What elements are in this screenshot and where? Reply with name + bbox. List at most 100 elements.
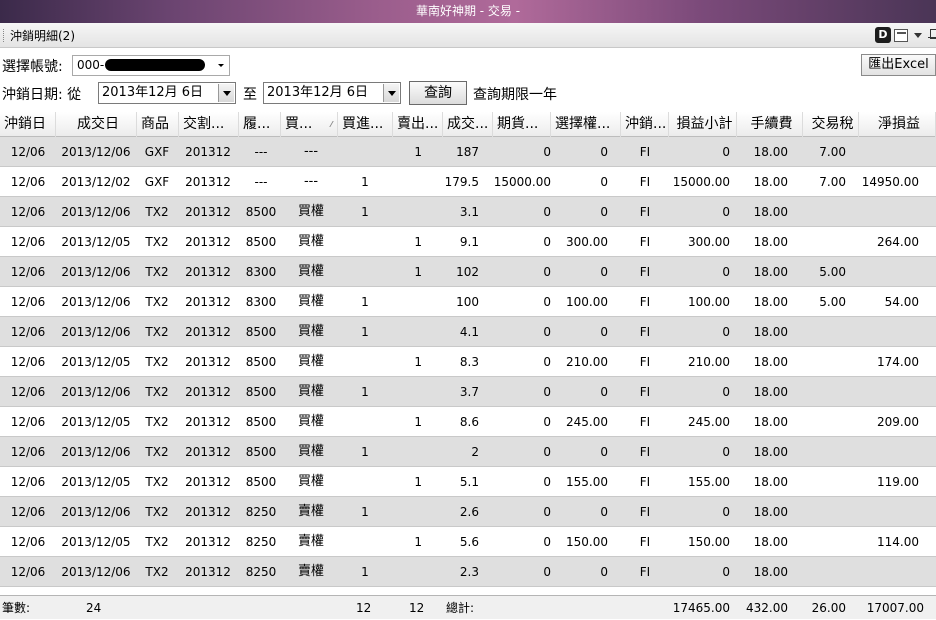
column-header-pnl-subtotal[interactable]: 損益小計: [669, 112, 737, 137]
column-header-trade-price[interactable]: 成交...: [443, 112, 493, 137]
column-header-buy-qty[interactable]: 買進...: [338, 112, 393, 137]
cell-sell-qty: 1: [414, 145, 422, 159]
cell-sell-qty: 1: [414, 235, 422, 249]
table-row[interactable]: 12/06 2013/12/06 TX2 201312 8500 買權 1 3.1 0 0 FI 0 1…: [0, 197, 936, 227]
cell-product: GXF: [144, 145, 170, 159]
column-header-offset-type[interactable]: 沖銷...: [621, 112, 669, 137]
table-row[interactable]: 12/06 2013/12/05 TX2 201312 8250 賣權 1 5.6 0 150.0…: [0, 527, 936, 557]
cell-offset-date: 12/06: [10, 265, 46, 279]
cell-delivery-month: 201312: [185, 175, 231, 189]
calendar-dropdown-icon[interactable]: [218, 84, 234, 102]
tab-offset-details[interactable]: 沖銷明細(2): [10, 27, 75, 44]
window-list-icon[interactable]: [894, 28, 908, 42]
cell-offset-type: FI: [639, 145, 651, 159]
table-row[interactable]: 12/06 2013/12/06 TX2 201312 8500 買權 1 4.1 0 0 FI 0 1…: [0, 317, 936, 347]
cell-call-put: 買權: [297, 384, 324, 399]
export-excel-button[interactable]: 匯出Excel: [861, 54, 936, 76]
table-row[interactable]: 12/06 2013/12/06 GXF 201312 --- --- 1 187 0 0 FI 0 1…: [0, 137, 936, 167]
query-button[interactable]: 查詢: [409, 81, 467, 105]
calendar-dropdown-icon[interactable]: [383, 84, 399, 102]
cell-fee: 18.00: [753, 475, 788, 489]
cell-option-pnl: 0: [600, 205, 608, 219]
cell-call-put: 賣權: [297, 564, 324, 579]
cell-fee: 18.00: [753, 265, 788, 279]
date-from-picker[interactable]: 2013年12月 6日: [98, 82, 236, 104]
table-row[interactable]: 12/06 2013/12/06 TX2 201312 8500 買權 1 3.7 0 0 FI 0 1…: [0, 377, 936, 407]
account-select[interactable]: 000-: [72, 55, 230, 76]
cell-call-put: 買權: [297, 294, 324, 309]
cell-pnl-subtotal: 210.00: [688, 355, 730, 369]
column-header-futures-pnl[interactable]: 期貨...: [493, 112, 551, 137]
cell-pnl-subtotal: 0: [722, 565, 730, 579]
table-row[interactable]: 12/06 2013/12/06 TX2 201312 8500 買權 1 2 0 0 FI 0 18.…: [0, 437, 936, 467]
cell-call-put: ---: [303, 144, 319, 159]
column-header-product[interactable]: 商品: [137, 112, 179, 137]
cell-delivery-month: 201312: [185, 205, 231, 219]
cell-option-pnl: 0: [600, 505, 608, 519]
table-row[interactable]: 12/06 2013/12/02 GXF 201312 --- --- 1 179.5 1500…: [0, 167, 936, 197]
cell-trade-price: 2.3: [459, 565, 479, 579]
table-row[interactable]: 12/06 2013/12/05 TX2 201312 8500 買權 1 9.1 0 300.0…: [0, 227, 936, 257]
grip-icon[interactable]: [3, 29, 5, 42]
dropdown-arrow-icon[interactable]: [914, 32, 922, 38]
date-to-label: 至: [243, 87, 257, 103]
d-logo-icon[interactable]: D: [875, 27, 891, 43]
cell-product: TX2: [145, 295, 169, 309]
cell-buy-qty: [338, 407, 392, 437]
table-row[interactable]: 12/06 2013/12/05 TX2 201312 8500 買權 1 8.6 0 245.0…: [0, 407, 936, 437]
date-filter-row: 沖銷日期: 從 2013年12月 6日 至 2013年12月 6日 查詢 查詢期…: [0, 81, 936, 107]
table-row[interactable]: 12/06 2013/12/06 TX2 201312 8300 買權 1 100 0 100.0…: [0, 287, 936, 317]
date-to-picker[interactable]: 2013年12月 6日: [263, 82, 401, 104]
cell-offset-type: FI: [639, 175, 651, 189]
cell-option-pnl: 300.00: [566, 235, 608, 249]
table-row[interactable]: 12/06 2013/12/06 TX2 201312 8250 賣權 1 2.3 0 0 FI 0 1…: [0, 557, 936, 587]
cell-sell-qty: [393, 287, 422, 317]
column-header-call-put[interactable]: 買...: [281, 112, 338, 137]
cell-offset-date: 12/06: [10, 445, 46, 459]
cell-sell-qty: 1: [414, 535, 422, 549]
cell-offset-type: FI: [639, 445, 651, 459]
column-header-trade-date[interactable]: 成交日: [56, 112, 137, 137]
cell-call-put: 賣權: [297, 534, 324, 549]
cell-futures-pnl: 0: [543, 475, 551, 489]
cell-buy-qty: [338, 227, 392, 257]
cell-trade-price: 5.6: [459, 535, 479, 549]
cell-fee: 18.00: [753, 355, 788, 369]
cell-tax: 5.00: [819, 295, 846, 309]
cell-delivery-month: 201312: [185, 325, 231, 339]
cell-call-put: 買權: [297, 474, 324, 489]
cell-strike: 8300: [245, 265, 277, 279]
column-header-fee[interactable]: 手續費: [737, 112, 803, 137]
pin-icon[interactable]: [928, 28, 936, 42]
cell-futures-pnl: 0: [543, 355, 551, 369]
cell-fee: 18.00: [753, 505, 788, 519]
column-header-tax[interactable]: 交易稅: [803, 112, 859, 137]
cell-net-pnl: 209.00: [877, 415, 919, 429]
cell-futures-pnl: 0: [543, 535, 551, 549]
column-header-strike[interactable]: 履...: [239, 112, 281, 137]
cell-strike: 8500: [245, 475, 277, 489]
cell-pnl-subtotal: 0: [722, 445, 730, 459]
column-header-net-pnl[interactable]: 淨損益: [859, 112, 936, 137]
column-header-sell-qty[interactable]: 賣出...: [393, 112, 443, 137]
column-header-offset-date[interactable]: 沖銷日: [0, 112, 56, 137]
table-row[interactable]: 12/06 2013/12/05 TX2 201312 8500 買權 1 8.3 0 210.0…: [0, 347, 936, 377]
cell-product: GXF: [144, 175, 170, 189]
cell-futures-pnl: 0: [543, 235, 551, 249]
cell-option-pnl: 100.00: [566, 295, 608, 309]
cell-net-pnl: [859, 257, 919, 287]
cell-pnl-subtotal: 100.00: [688, 295, 730, 309]
column-header-option-pnl[interactable]: 選擇權...: [551, 112, 621, 137]
table-row[interactable]: 12/06 2013/12/06 TX2 201312 8300 買權 1 102 0 0 FI 0 1…: [0, 257, 936, 287]
footer-fee-total: 432.00: [746, 601, 788, 615]
column-header-delivery-month[interactable]: 交割...: [179, 112, 239, 137]
cell-trade-price: 5.1: [459, 475, 479, 489]
cell-product: TX2: [145, 565, 169, 579]
cell-delivery-month: 201312: [185, 535, 231, 549]
cell-option-pnl: 155.00: [566, 475, 608, 489]
cell-buy-qty: [338, 467, 392, 497]
grid-header: 沖銷日 成交日 商品 交割... 履... 買... 買進... 賣出... 成交... 期貨..…: [0, 112, 936, 137]
cell-trade-date: 2013/12/05: [61, 535, 131, 549]
table-row[interactable]: 12/06 2013/12/06 TX2 201312 8250 賣權 1 2.6 0 0 FI 0 1…: [0, 497, 936, 527]
table-row[interactable]: 12/06 2013/12/05 TX2 201312 8500 買權 1 5.1 0 155.0…: [0, 467, 936, 497]
